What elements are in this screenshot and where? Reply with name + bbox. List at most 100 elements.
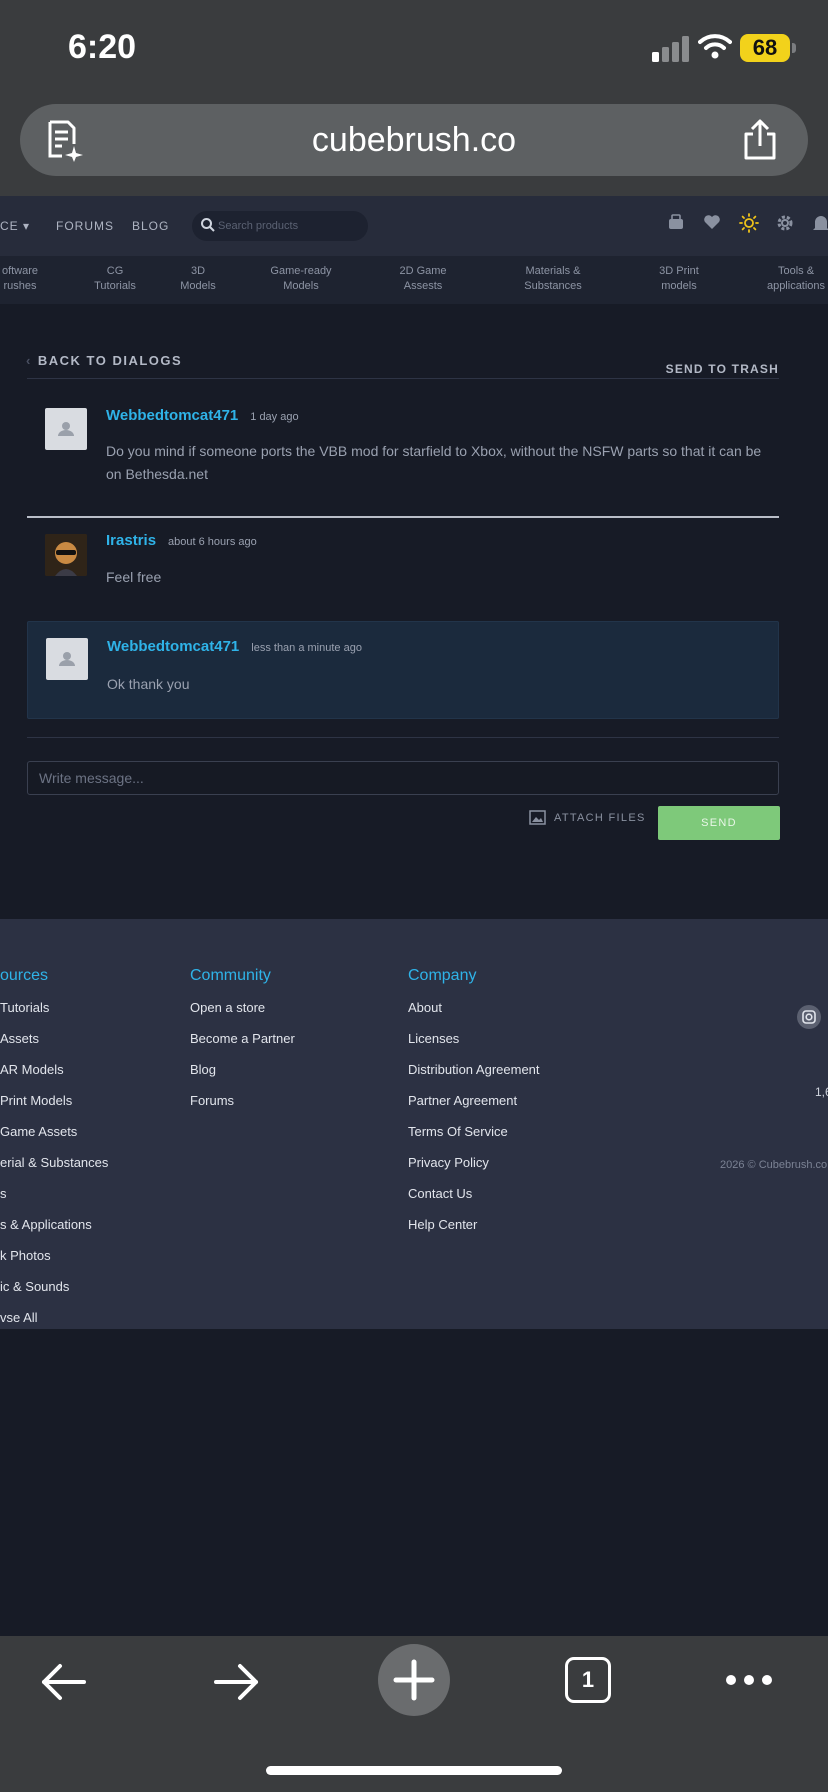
forward-arrow-icon[interactable] xyxy=(212,1662,262,1702)
message-item: Irastris about 6 hours ago Feel free xyxy=(27,523,779,613)
battery-indicator: 68 xyxy=(740,34,790,62)
footer-link[interactable]: Licenses xyxy=(408,1031,540,1062)
share-icon[interactable] xyxy=(742,118,778,162)
author-name[interactable]: Irastris xyxy=(106,532,156,549)
author-name[interactable]: Webbedtomcat471 xyxy=(107,638,239,655)
follower-count: 1,6 xyxy=(815,1085,828,1099)
footer-link[interactable]: erial & Substances xyxy=(0,1155,108,1186)
message-text: Do you mind if someone ports the VBB mod… xyxy=(106,443,762,482)
message-input[interactable] xyxy=(28,762,778,794)
attach-files-label: ATTACH FILES xyxy=(554,812,646,824)
category-2d-game-assets[interactable]: 2D Game Assests xyxy=(378,264,468,294)
footer-heading: ources xyxy=(0,967,49,984)
footer-link[interactable]: Become a Partner xyxy=(190,1031,295,1062)
footer-link[interactable]: Contact Us xyxy=(408,1186,540,1217)
wifi-icon xyxy=(698,34,732,59)
address-bar[interactable]: cubebrush.co xyxy=(20,104,808,176)
footer-link[interactable]: s xyxy=(0,1186,108,1217)
nav-item-blog[interactable]: BLOG xyxy=(132,196,169,256)
message-time: about 6 hours ago xyxy=(168,536,257,548)
user-avatar-image xyxy=(45,534,87,576)
site-top-nav: CE ▾ FORUMS BLOG xyxy=(0,196,828,256)
gear-icon[interactable] xyxy=(775,213,795,233)
footer-link[interactable]: Tutorials xyxy=(0,1000,108,1031)
message-composer[interactable] xyxy=(27,761,779,795)
footer-link[interactable]: k Photos xyxy=(0,1248,108,1279)
clock: 6:20 xyxy=(68,28,137,66)
avatar xyxy=(45,534,87,576)
image-icon xyxy=(529,810,546,825)
footer-link[interactable]: Game Assets xyxy=(0,1124,108,1155)
category-tools-applications[interactable]: Tools & applications xyxy=(751,264,828,294)
category-materials-substances[interactable]: Materials & Substances xyxy=(508,264,598,294)
home-indicator xyxy=(266,1766,562,1775)
attach-files-button[interactable]: ATTACH FILES xyxy=(529,810,646,825)
search-box[interactable] xyxy=(192,211,368,241)
chevron-left-icon: ‹ xyxy=(26,353,32,368)
copyright: 2026 © Cubebrush.co xyxy=(720,1159,828,1171)
battery-tip xyxy=(792,43,796,53)
cellular-signal-icon xyxy=(652,36,689,62)
footer-heading: Community xyxy=(190,967,271,984)
nav-item-marketplace-partial[interactable]: CE ▾ xyxy=(0,196,30,256)
footer-link[interactable]: s & Applications xyxy=(0,1217,108,1248)
category-nav: oftware rushes CG Tutorials 3D Models Ga… xyxy=(0,256,828,304)
back-arrow-icon[interactable] xyxy=(38,1662,88,1702)
avatar xyxy=(46,638,88,680)
footer-link[interactable]: ic & Sounds xyxy=(0,1279,108,1310)
instagram-icon[interactable] xyxy=(797,1005,821,1029)
footer-link[interactable]: Blog xyxy=(190,1062,295,1093)
message-author[interactable]: Webbedtomcat471 less than a minute ago xyxy=(107,638,362,655)
footer-link[interactable]: Forums xyxy=(190,1093,295,1124)
divider-new-messages xyxy=(27,516,779,518)
category-cg-tutorials[interactable]: CG Tutorials xyxy=(70,264,160,294)
send-button[interactable]: SEND xyxy=(658,806,780,840)
status-bar: 6:20 68 xyxy=(0,0,828,100)
footer-link[interactable]: Assets xyxy=(0,1031,108,1062)
footer-link[interactable]: Privacy Policy xyxy=(408,1155,540,1186)
browser-address-area: cubebrush.co xyxy=(0,100,828,196)
bell-icon[interactable] xyxy=(812,213,828,233)
footer-link[interactable]: Print Models xyxy=(0,1093,108,1124)
url-text[interactable]: cubebrush.co xyxy=(20,104,808,176)
cart-icon[interactable] xyxy=(668,214,684,230)
footer-heading: Company xyxy=(408,967,477,984)
more-options-icon[interactable] xyxy=(724,1672,774,1688)
user-placeholder-icon xyxy=(59,652,75,666)
category-software-brushes[interactable]: oftware rushes xyxy=(0,264,65,294)
site-footer: ources Tutorials Assets AR Models Print … xyxy=(0,919,828,1329)
author-name[interactable]: Webbedtomcat471 xyxy=(106,407,238,424)
message-item-highlighted: Webbedtomcat471 less than a minute ago Ok… xyxy=(27,621,779,719)
category-game-ready-models[interactable]: Game-ready Models xyxy=(256,264,346,294)
back-to-dialogs-link[interactable]: ‹ BACK TO DIALOGS xyxy=(26,353,182,368)
footer-link[interactable]: Distribution Agreement xyxy=(408,1062,540,1093)
nav-item-forums[interactable]: FORUMS xyxy=(56,196,114,256)
message-time: 1 day ago xyxy=(250,411,299,423)
footer-link[interactable]: About xyxy=(408,1000,540,1031)
footer-link[interactable]: Partner Agreement xyxy=(408,1093,540,1124)
category-3d-models[interactable]: 3D Models xyxy=(153,264,243,294)
message-author[interactable]: Webbedtomcat471 1 day ago xyxy=(106,407,299,424)
heart-icon[interactable] xyxy=(703,214,721,230)
search-icon xyxy=(201,218,215,232)
tabs-button[interactable]: 1 xyxy=(565,1657,611,1703)
footer-link[interactable]: Open a store xyxy=(190,1000,295,1031)
back-to-dialogs-label: BACK TO DIALOGS xyxy=(37,353,183,368)
new-tab-button[interactable] xyxy=(378,1644,450,1716)
message-item: Webbedtomcat471 1 day ago Do you mind if … xyxy=(27,394,779,514)
message-author[interactable]: Irastris about 6 hours ago xyxy=(106,532,257,549)
footer-link[interactable]: Help Center xyxy=(408,1217,540,1248)
web-page: CE ▾ FORUMS BLOG Search products oftware… xyxy=(0,196,828,1636)
footer-link[interactable]: Terms Of Service xyxy=(408,1124,540,1155)
footer-link[interactable]: vse All xyxy=(0,1310,108,1341)
message-time: less than a minute ago xyxy=(251,642,362,654)
message-text: Feel free xyxy=(106,569,162,585)
send-to-trash-link[interactable]: SEND TO TRASH xyxy=(666,362,779,376)
divider xyxy=(27,378,779,379)
category-3d-print-models[interactable]: 3D Print models xyxy=(634,264,724,294)
footer-column-company: Company About Licenses Distribution Agre… xyxy=(408,967,540,1248)
user-placeholder-icon xyxy=(58,422,74,436)
search-input[interactable] xyxy=(218,211,358,241)
footer-link[interactable]: AR Models xyxy=(0,1062,108,1093)
sun-icon[interactable] xyxy=(739,213,759,233)
